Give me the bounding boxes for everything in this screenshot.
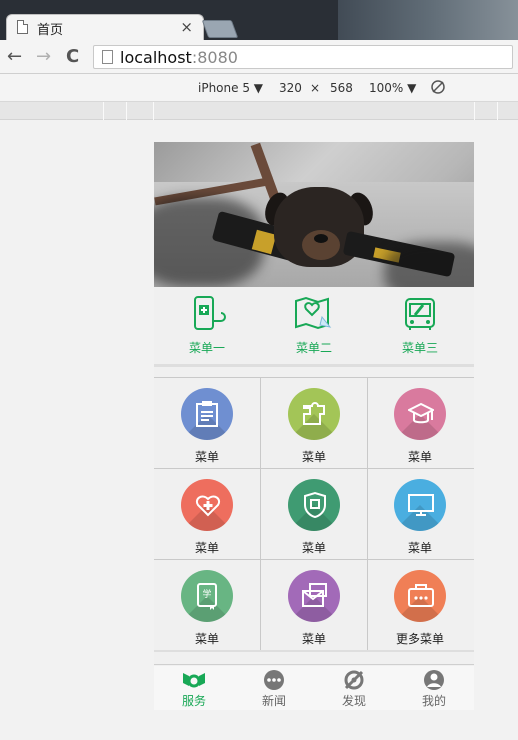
device-select[interactable]: iPhone 5 ▼ (198, 81, 263, 95)
back-button[interactable]: ← (7, 46, 22, 67)
map-heart-icon (295, 296, 332, 330)
quick-menu: 菜单一 菜单二 菜单三 (154, 287, 474, 367)
grid-item-label: 菜单 (301, 450, 326, 464)
section-divider (154, 650, 474, 665)
graduation-cap-icon (394, 388, 446, 440)
grid-item[interactable]: 菜单 (261, 378, 368, 469)
book-icon: 学 (181, 570, 233, 622)
quick-menu-item-1[interactable]: 菜单一 (154, 295, 260, 365)
device-width[interactable]: 320 (279, 81, 302, 95)
grid-item-label: 菜单 (194, 541, 219, 555)
tab-profile[interactable]: 我的 (394, 670, 474, 709)
tab-news[interactable]: 新闻 (234, 670, 314, 709)
grid-item[interactable]: 更多菜单 (367, 560, 474, 651)
book-glyph: 学 (202, 588, 211, 600)
grid-item-label: 菜单 (407, 541, 432, 555)
grid-item-label: 菜单 (301, 632, 326, 646)
grid-item[interactable]: 菜单 (367, 469, 474, 560)
profile-icon (424, 670, 444, 690)
grid-item-label: 菜单 (194, 632, 219, 646)
device-height[interactable]: 568 (330, 81, 353, 95)
new-tab-button[interactable] (201, 20, 239, 38)
url-host: localhost (120, 48, 192, 67)
grid-item[interactable]: 菜单 (154, 378, 261, 469)
menu-grid: 菜单 菜单 菜单 菜单 菜单 菜单 学 菜单 菜单 更多菜单 (154, 377, 474, 651)
zoom-select[interactable]: 100% ▼ (369, 81, 416, 95)
bottom-tab-bar: 服务 新闻 发现 我的 (154, 666, 474, 710)
quick-menu-label: 菜单二 (295, 341, 332, 355)
toolbox-icon (394, 570, 446, 622)
tab-discover[interactable]: 发现 (314, 670, 394, 709)
grid-item[interactable]: 菜单 (154, 469, 261, 560)
url-bar[interactable]: localhost:8080 (93, 45, 513, 69)
grid-item[interactable]: 菜单 (261, 469, 368, 560)
grid-item-label: 菜单 (301, 541, 326, 555)
monitor-icon (394, 479, 446, 531)
close-tab-button[interactable]: × (180, 18, 193, 36)
puzzle-icon (288, 388, 340, 440)
url-port: :8080 (191, 48, 238, 67)
dimension-separator: × (310, 81, 321, 95)
quick-menu-item-3[interactable]: 菜单三 (367, 295, 473, 365)
grid-item-label: 菜单 (194, 450, 219, 464)
tab-label: 新闻 (261, 694, 286, 708)
shield-icon (288, 479, 340, 531)
tab-title: 首页 (37, 23, 64, 38)
news-icon (264, 670, 284, 690)
tab-label: 发现 (341, 694, 366, 708)
quick-menu-item-2[interactable]: 菜单二 (261, 295, 367, 365)
envelope-icon (288, 570, 340, 622)
reload-button[interactable]: C (66, 46, 79, 67)
tab-service[interactable]: 服务 (154, 670, 234, 709)
banner-image[interactable] (154, 142, 474, 287)
discover-icon (344, 670, 364, 690)
mobile-viewport: 菜单一 菜单二 菜单三 菜单 菜单 菜单 菜单 菜单 菜单 学 菜单 菜单 更多… (154, 142, 474, 710)
heart-cross-icon (181, 479, 233, 531)
tab-label: 服务 (181, 694, 206, 708)
grid-item-label: 菜单 (407, 450, 432, 464)
browser-tab-strip: 首页 × (0, 0, 518, 40)
address-toolbar: ← → C localhost:8080 (0, 40, 518, 74)
bus-icon (405, 298, 435, 330)
url-text: localhost:8080 (120, 48, 238, 67)
device-toolbar: iPhone 5 ▼ 320 × 568 100% ▼ (0, 74, 518, 102)
quick-menu-label: 菜单一 (188, 341, 225, 355)
clipboard-icon (181, 388, 233, 440)
browser-tab[interactable]: 首页 × (6, 14, 204, 40)
media-query-ruler (0, 102, 518, 120)
grid-item[interactable]: 菜单 (367, 378, 474, 469)
document-icon (17, 20, 28, 34)
grid-item[interactable]: 菜单 (261, 560, 368, 651)
phone-hospital-icon (194, 296, 226, 330)
rotate-icon[interactable] (430, 79, 446, 98)
tab-label: 我的 (421, 694, 446, 708)
quick-menu-label: 菜单三 (401, 341, 438, 355)
grid-item[interactable]: 学 菜单 (154, 560, 261, 651)
forward-button[interactable]: → (36, 46, 51, 67)
grid-item-label: 更多菜单 (395, 632, 444, 646)
desktop-background (338, 0, 518, 40)
service-icon (183, 673, 205, 688)
page-icon (102, 50, 113, 64)
